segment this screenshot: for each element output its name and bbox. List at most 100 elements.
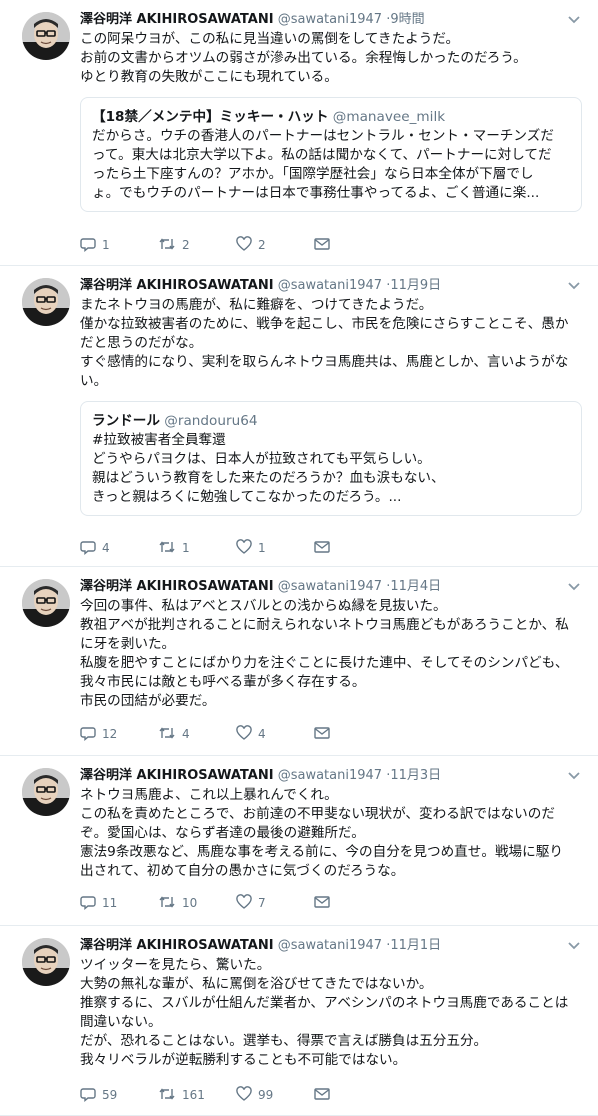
timeline: 澤谷明洋 AKIHIROSAWATANI @sawatani1947 ·9時間 …: [0, 0, 598, 1116]
reply-button[interactable]: 4: [80, 539, 158, 558]
envelope-icon: [314, 726, 336, 743]
chevron-down-icon[interactable]: [566, 277, 582, 293]
reply-count: 12: [102, 727, 118, 741]
quoted-text-line: 親はどういう教育をした来たのだろうか？血も涙もない、: [92, 470, 445, 486]
retweet-button[interactable]: 1: [158, 539, 236, 558]
avatar[interactable]: [22, 579, 70, 627]
avatar[interactable]: [22, 278, 70, 326]
chevron-down-icon[interactable]: [566, 767, 582, 783]
envelope-icon: [314, 1087, 336, 1104]
envelope-icon: [314, 540, 336, 557]
chevron-down-icon[interactable]: [566, 578, 582, 594]
tweet-text: 今回の事件、私はアベとスバルとの浅からぬ縁を見抜いた。 教祖アベが批判されることに…: [80, 597, 582, 711]
tweet-text-line: ゆとり教育の失敗がここにも現れている。: [80, 69, 338, 85]
tweet-text-line: に牙を剥いた。: [80, 636, 176, 652]
like-button[interactable]: 2: [236, 235, 314, 255]
tweet-content: 澤谷明洋 AKIHIROSAWATANI @sawatani1947 ·11月1…: [80, 937, 582, 1070]
tweet-text-line: お前の文書からオツムの弱さが滲み出ている。余程悔しかったのだろう。: [80, 50, 527, 66]
timestamp[interactable]: 11月3日: [390, 768, 441, 783]
retweet-count: 161: [182, 1088, 205, 1102]
retweet-icon: [158, 725, 182, 744]
tweet-actions: 12 4 4: [80, 724, 392, 744]
tweet[interactable]: 澤谷明洋 AKIHIROSAWATANI @sawatani1947 ·11月1…: [0, 926, 598, 1116]
like-button[interactable]: 7: [236, 893, 314, 913]
quoted-tweet[interactable]: 【18禁／メンテ中】ミッキー・ハット @manavee_milk だからさ。ウチ…: [80, 97, 582, 212]
direct-message-button[interactable]: [314, 1087, 392, 1104]
heart-icon: [236, 538, 258, 558]
tweet[interactable]: 澤谷明洋 AKIHIROSAWATANI @sawatani1947 ·11月3…: [0, 756, 598, 926]
tweet-content: 澤谷明洋 AKIHIROSAWATANI @sawatani1947 ·11月3…: [80, 767, 582, 881]
timestamp[interactable]: 11月9日: [390, 278, 441, 293]
like-button[interactable]: 4: [236, 724, 314, 744]
retweet-button[interactable]: 4: [158, 725, 236, 744]
timestamp[interactable]: 9時間: [390, 12, 424, 27]
author-handle[interactable]: @sawatani1947: [278, 278, 382, 293]
retweet-button[interactable]: 10: [158, 894, 236, 913]
like-button[interactable]: 99: [236, 1085, 314, 1105]
avatar[interactable]: [22, 938, 70, 986]
tweet-text-line: だと思うのだがな。: [80, 335, 203, 351]
tweet-text-line: 大勢の無礼な輩が、私に罵倒を浴びせてきたではないか。: [80, 976, 433, 992]
tweet-text-line: い。: [80, 373, 108, 389]
timestamp[interactable]: 11月4日: [390, 579, 441, 594]
tweet-text-line: 教祖アベが批判されることに耐えられないネトウヨ馬鹿どもがあろうことか、私: [80, 617, 569, 633]
like-count: 99: [258, 1088, 274, 1102]
author-name[interactable]: 澤谷明洋 AKIHIROSAWATANI: [80, 768, 274, 783]
retweet-icon: [158, 894, 182, 913]
direct-message-button[interactable]: [314, 237, 392, 254]
tweet[interactable]: 澤谷明洋 AKIHIROSAWATANI @sawatani1947 ·9時間 …: [0, 0, 598, 266]
chevron-down-icon[interactable]: [566, 11, 582, 27]
envelope-icon: [314, 895, 336, 912]
retweet-button[interactable]: 2: [158, 236, 236, 255]
reply-button[interactable]: 1: [80, 236, 158, 255]
author-name[interactable]: 澤谷明洋 AKIHIROSAWATANI: [80, 938, 274, 953]
tweet-text-line: すぐ感情的になり、実利を取らんネトウヨ馬鹿共は、馬鹿としか、言いようがな: [80, 354, 569, 370]
retweet-icon: [158, 539, 182, 558]
author-handle[interactable]: @sawatani1947: [278, 579, 382, 594]
quoted-tweet[interactable]: ランドール @randouru64 #拉致被害者全員奪還 どうやらパヨクは、日本人…: [80, 401, 582, 516]
author-handle[interactable]: @sawatani1947: [278, 12, 382, 27]
tweet-text-line: 僅かな拉致被害者のために、戦争を起こし、市民を危険にさらすことこそ、愚か: [80, 316, 569, 332]
timestamp[interactable]: 11月1日: [390, 938, 441, 953]
tweet-text-line: この私を責めたところで、お前達の不甲斐ない現状が、変わる訳ではないのだ: [80, 806, 555, 822]
author-name[interactable]: 澤谷明洋 AKIHIROSAWATANI: [80, 278, 274, 293]
tweet-text-line: またネトウヨの馬鹿が、私に難癖を、つけてきたようだ。: [80, 297, 433, 313]
quoted-text-line: だからさ。ウチの香港人のパートナーはセントラル・セント・マーチンズだ: [92, 128, 554, 144]
tweet-header: 澤谷明洋 AKIHIROSAWATANI @sawatani1947 ·11月4…: [80, 578, 582, 596]
avatar[interactable]: [22, 12, 70, 60]
direct-message-button[interactable]: [314, 726, 392, 743]
envelope-icon: [314, 237, 336, 254]
author-name[interactable]: 澤谷明洋 AKIHIROSAWATANI: [80, 12, 274, 27]
tweet-text: ネトウヨ馬鹿よ、これ以上暴れんでくれ。この私を責めたところで、お前達の不甲斐ない…: [80, 786, 582, 881]
reply-icon: [80, 539, 102, 558]
tweet-text-line: ネトウヨ馬鹿よ、これ以上暴れんでくれ。: [80, 787, 338, 803]
tweet-text-line: 間違いない。: [80, 1014, 162, 1030]
reply-icon: [80, 236, 102, 255]
reply-icon: [80, 725, 102, 744]
author-handle[interactable]: @sawatani1947: [278, 938, 382, 953]
quoted-text-line: って。東大は北京大学以下よ。私の話は聞かなくて、パートナーに対してだ: [92, 147, 552, 163]
tweet-text: この阿呆ウヨが、この私に見当違いの罵倒をしてきたようだ。 お前の文書からオツムの弱…: [80, 30, 582, 87]
avatar[interactable]: [22, 768, 70, 816]
quoted-text-line: きっと親はろくに勉強してこなかったのだろう。...: [92, 489, 402, 505]
reply-button[interactable]: 12: [80, 725, 158, 744]
like-button[interactable]: 1: [236, 538, 314, 558]
tweet-text-line: 私腹を肥やすことにばかり力を注ぐことに長けた連中、そしてそのシンパども、: [80, 655, 569, 671]
reply-count: 59: [102, 1088, 118, 1102]
reply-button[interactable]: 59: [80, 1086, 158, 1105]
author-name[interactable]: 澤谷明洋 AKIHIROSAWATANI: [80, 579, 274, 594]
tweet[interactable]: 澤谷明洋 AKIHIROSAWATANI @sawatani1947 ·11月9…: [0, 266, 598, 567]
reply-button[interactable]: 11: [80, 894, 158, 913]
retweet-button[interactable]: 161: [158, 1086, 236, 1105]
retweet-count: 4: [182, 727, 190, 741]
direct-message-button[interactable]: [314, 540, 392, 557]
heart-icon: [236, 1085, 258, 1105]
author-handle[interactable]: @sawatani1947: [278, 768, 382, 783]
tweet-text-line: だが、恐れることはない。選挙も、得票で言えば勝負は五分五分。: [80, 1033, 488, 1049]
tweet-actions: 4 1 1: [80, 538, 392, 558]
quoted-author-name: ランドール: [92, 413, 160, 429]
tweet[interactable]: 澤谷明洋 AKIHIROSAWATANI @sawatani1947 ·11月4…: [0, 567, 598, 756]
reply-icon: [80, 1086, 102, 1105]
chevron-down-icon[interactable]: [566, 937, 582, 953]
direct-message-button[interactable]: [314, 895, 392, 912]
